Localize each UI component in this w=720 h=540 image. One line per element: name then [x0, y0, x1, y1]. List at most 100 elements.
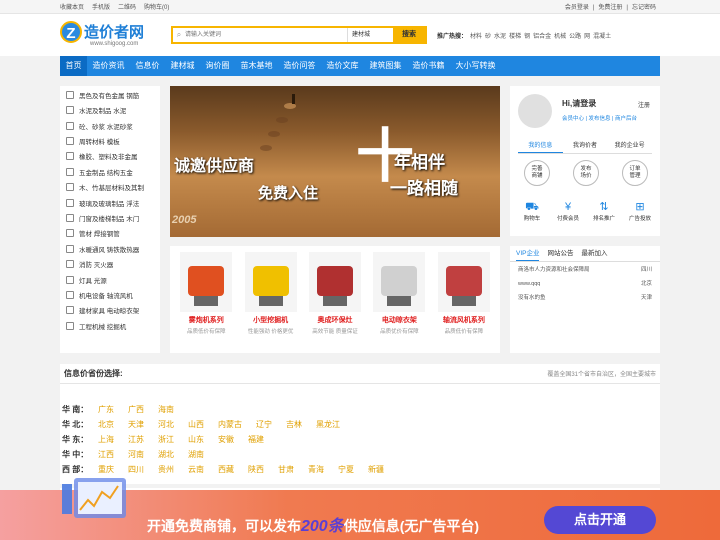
nav-item[interactable]: 大小写转换: [450, 56, 501, 76]
open-shop-button[interactable]: 点击开通: [544, 506, 656, 534]
topbar-link[interactable]: 手机版: [92, 5, 110, 11]
province-link[interactable]: 浙江: [158, 432, 174, 447]
sidebar-item[interactable]: 建材家具 电动晾衣架: [60, 304, 160, 317]
hot-search-item[interactable]: 网: [584, 34, 590, 40]
sidebar-item[interactable]: 门窗及楼梯制品 木门: [60, 212, 160, 225]
province-link[interactable]: 湖北: [158, 447, 174, 462]
hero-banner[interactable]: 诚邀供应商 免费入住 十 年相伴 一路相随 2005: [170, 86, 500, 237]
hot-search-item[interactable]: 材料: [470, 34, 482, 40]
sidebar-item[interactable]: 水泥及制品 水泥: [60, 104, 160, 117]
province-link[interactable]: 甘肃: [278, 462, 294, 477]
province-link[interactable]: 福建: [248, 432, 264, 447]
hot-search-item[interactable]: 机械: [554, 34, 566, 40]
province-link[interactable]: 新疆: [368, 462, 384, 477]
product-card[interactable]: 雾炮机系列 品质低价有保障: [177, 252, 235, 347]
sidebar-item[interactable]: 消防 灭火器: [60, 258, 160, 271]
sidebar-item[interactable]: 工程机械 挖掘机: [60, 319, 160, 332]
nav-item[interactable]: 询价圈: [200, 56, 235, 76]
vip-row[interactable]: www.qqq 北京: [510, 278, 660, 290]
hot-search-item[interactable]: 砂: [485, 34, 491, 40]
province-link[interactable]: 山东: [188, 432, 204, 447]
user-links[interactable]: 会员中心 | 发布信息 | 商户后台: [562, 114, 637, 122]
site-logo[interactable]: Z 造价者网 www.shigoog.com: [60, 19, 165, 51]
province-link[interactable]: 青海: [308, 462, 324, 477]
hot-search-item[interactable]: 公路: [569, 34, 581, 40]
province-link[interactable]: 辽宁: [256, 417, 272, 432]
hot-search-item[interactable]: 钢: [524, 34, 530, 40]
topbar-link[interactable]: 会员登录: [565, 5, 589, 11]
sidebar-item[interactable]: 管材 焊接钢管: [60, 227, 160, 240]
vip-row[interactable]: 没有水的鱼 天津: [510, 292, 660, 304]
vip-row[interactable]: 商洛市人力资源和社会保障局 四川: [510, 264, 660, 276]
sidebar-item[interactable]: 玻璃及玻璃制品 浮法: [60, 196, 160, 209]
register-link[interactable]: 注册: [638, 100, 650, 109]
user-tool[interactable]: ⛟ 购物车: [516, 200, 548, 222]
hot-search-item[interactable]: 水泥: [494, 34, 506, 40]
province-link[interactable]: 黑龙江: [316, 417, 340, 432]
nav-item[interactable]: 造价书籍: [407, 56, 450, 76]
vip-tab[interactable]: VIP企业: [516, 246, 540, 261]
hot-search-item[interactable]: 混凝土: [593, 34, 611, 40]
province-link[interactable]: 天津: [128, 417, 144, 432]
province-link[interactable]: 四川: [128, 462, 144, 477]
province-link[interactable]: 安徽: [218, 432, 234, 447]
user-tool[interactable]: ¥ 付费会员: [552, 200, 584, 222]
province-link[interactable]: 北京: [98, 417, 114, 432]
vip-tab[interactable]: 网站公告: [547, 246, 573, 261]
search-input[interactable]: [185, 28, 347, 42]
sidebar-item[interactable]: 周转材料 模板: [60, 135, 160, 148]
province-link[interactable]: 河南: [128, 447, 144, 462]
nav-item[interactable]: 造价问答: [278, 56, 321, 76]
quick-action-button[interactable]: 发布 场价: [573, 160, 599, 186]
nav-item[interactable]: 建筑图集: [364, 56, 407, 76]
product-card[interactable]: 小型挖掘机 性能强劲 价格更优: [241, 252, 299, 347]
province-link[interactable]: 内蒙古: [218, 417, 242, 432]
user-tab[interactable]: 我询价者: [563, 140, 608, 153]
topbar-link[interactable]: 收藏本页: [60, 5, 84, 11]
user-tool[interactable]: ⇅ 排名推广: [588, 200, 620, 222]
sidebar-item[interactable]: 机电设备 轴流风机: [60, 288, 160, 301]
province-link[interactable]: 宁夏: [338, 462, 354, 477]
user-tool[interactable]: ⊞ 广告投放: [624, 200, 656, 222]
province-link[interactable]: 广东: [98, 402, 114, 417]
login-greeting[interactable]: Hi,请登录: [562, 98, 596, 109]
province-link[interactable]: 海南: [158, 402, 174, 417]
sidebar-item[interactable]: 黑色及有色金属 钢筋: [60, 88, 160, 101]
province-link[interactable]: 云南: [188, 462, 204, 477]
quick-action-button[interactable]: 完善 商铺: [524, 160, 550, 186]
nav-item[interactable]: 造价资讯: [87, 56, 130, 76]
sidebar-item[interactable]: 水暖通风 铸铁散热器: [60, 242, 160, 255]
province-link[interactable]: 广西: [128, 402, 144, 417]
province-link[interactable]: 江西: [98, 447, 114, 462]
province-link[interactable]: 河北: [158, 417, 174, 432]
province-link[interactable]: 江苏: [128, 432, 144, 447]
sidebar-item[interactable]: 木、竹基层材料及其制: [60, 181, 160, 194]
topbar-link[interactable]: 忘记密码: [632, 5, 656, 11]
nav-item[interactable]: 首页: [60, 56, 87, 76]
topbar-link[interactable]: 二维码: [118, 5, 136, 11]
province-link[interactable]: 吉林: [286, 417, 302, 432]
search-category-select[interactable]: 建材城: [347, 28, 393, 42]
hot-search-item[interactable]: 楼梯: [509, 34, 521, 40]
nav-item[interactable]: 苗木基地: [235, 56, 278, 76]
vip-tab[interactable]: 最新加入: [581, 246, 607, 261]
province-link[interactable]: 上海: [98, 432, 114, 447]
sidebar-item[interactable]: 五金制品 结构五金: [60, 165, 160, 178]
nav-item[interactable]: 造价文库: [321, 56, 364, 76]
user-tab[interactable]: 我的信息: [518, 140, 563, 153]
topbar-link[interactable]: 免费注册: [598, 5, 622, 11]
nav-item[interactable]: 建材城: [165, 56, 200, 76]
product-card[interactable]: 轴流风机系列 品质低价有保障: [435, 252, 493, 347]
province-link[interactable]: 山西: [188, 417, 204, 432]
product-card[interactable]: 电动晾衣架 品质优价有保障: [370, 252, 428, 347]
hot-search-item[interactable]: 铝合金: [533, 34, 551, 40]
sidebar-item[interactable]: 砼、砂浆 水泥砂浆: [60, 119, 160, 132]
promo-bar[interactable]: 开通免费商铺，可以发布200条供应信息(无广告平台) 点击开通: [0, 478, 720, 540]
search-button[interactable]: 搜索: [393, 26, 425, 44]
province-link[interactable]: 西藏: [218, 462, 234, 477]
province-link[interactable]: 陕西: [248, 462, 264, 477]
nav-item[interactable]: 信息价: [130, 56, 165, 76]
sidebar-item[interactable]: 灯具 光源: [60, 273, 160, 286]
sidebar-item[interactable]: 橡胶、塑料及非金属: [60, 150, 160, 163]
province-link[interactable]: 贵州: [158, 462, 174, 477]
